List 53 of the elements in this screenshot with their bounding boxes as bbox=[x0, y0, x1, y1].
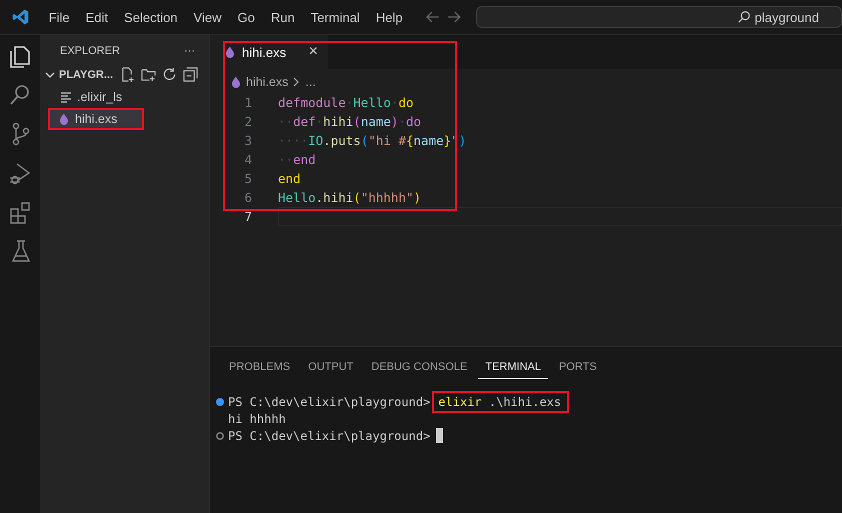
back-arrow-icon[interactable] bbox=[424, 9, 440, 25]
menu-item[interactable]: Terminal bbox=[302, 6, 368, 28]
command-center[interactable]: playground bbox=[476, 6, 842, 28]
line-number: 2 bbox=[243, 114, 253, 129]
panel-tab[interactable]: TERMINAL bbox=[478, 361, 548, 379]
line-number: 1 bbox=[243, 95, 253, 110]
code-line: Hello.hihi("hhhhh") bbox=[278, 190, 422, 205]
line-number: 3 bbox=[243, 133, 253, 148]
lines-icon bbox=[60, 91, 72, 103]
menu-item[interactable]: Run bbox=[262, 6, 303, 28]
explorer-icon[interactable] bbox=[7, 43, 33, 69]
folder-name[interactable]: PLAYGR... bbox=[59, 68, 113, 80]
breadcrumb-item[interactable]: ... bbox=[305, 75, 316, 89]
panel-tab[interactable]: PORTS bbox=[552, 361, 604, 379]
panel-tab[interactable]: PROBLEMS bbox=[222, 361, 298, 379]
menu-item[interactable]: Go bbox=[229, 6, 263, 28]
terminal-command: elixir .\hihi.exs bbox=[432, 390, 570, 412]
line-number: 4 bbox=[243, 152, 253, 167]
code-line: ··def·hihi(name)·do bbox=[278, 114, 422, 129]
code-line: defmodule·Hello·do bbox=[278, 95, 414, 110]
menu-item[interactable]: Help bbox=[368, 6, 411, 28]
code-line: end bbox=[278, 171, 301, 186]
search-icon bbox=[736, 10, 751, 24]
collapse-all-icon[interactable] bbox=[183, 67, 198, 82]
terminal-prompt: PS C:\dev\elixir\playground> bbox=[228, 428, 430, 442]
code-line: ··end bbox=[278, 152, 316, 167]
new-folder-icon[interactable] bbox=[141, 67, 156, 82]
menu-item[interactable]: File bbox=[40, 6, 78, 28]
panel-tab[interactable]: DEBUG CONSOLE bbox=[364, 361, 474, 379]
line-number: 6 bbox=[243, 190, 253, 205]
terminal-prompt: PS C:\dev\elixir\playground> bbox=[228, 394, 430, 408]
panel-tab[interactable]: OUTPUT bbox=[301, 361, 360, 379]
forward-arrow-icon[interactable] bbox=[446, 9, 462, 25]
app-logo-icon bbox=[12, 8, 30, 26]
file-tree-item[interactable]: .elixir_ls bbox=[40, 86, 209, 108]
new-file-icon[interactable] bbox=[120, 67, 135, 82]
line-number: 5 bbox=[243, 171, 253, 186]
chevron-icon bbox=[292, 77, 302, 87]
editor-tab[interactable]: hihi.exs × bbox=[210, 35, 328, 69]
drop-icon bbox=[230, 76, 242, 88]
line-number: 7 bbox=[243, 209, 253, 224]
file-tree-item[interactable]: hihi.exs bbox=[48, 108, 144, 130]
menu-item[interactable]: View bbox=[186, 6, 230, 28]
close-icon[interactable]: × bbox=[308, 43, 318, 61]
terminal-output: hi hhhhh bbox=[228, 412, 286, 426]
more-actions[interactable]: ··· bbox=[184, 45, 195, 57]
menu-item[interactable]: Edit bbox=[78, 6, 116, 28]
refresh-icon[interactable] bbox=[162, 67, 177, 82]
drop-icon bbox=[224, 46, 236, 58]
breadcrumb-item[interactable]: hihi.exs bbox=[246, 75, 288, 89]
sidebar-title: EXPLORER bbox=[60, 45, 120, 57]
drop-icon bbox=[58, 113, 70, 125]
menu-item[interactable]: Selection bbox=[116, 6, 186, 28]
